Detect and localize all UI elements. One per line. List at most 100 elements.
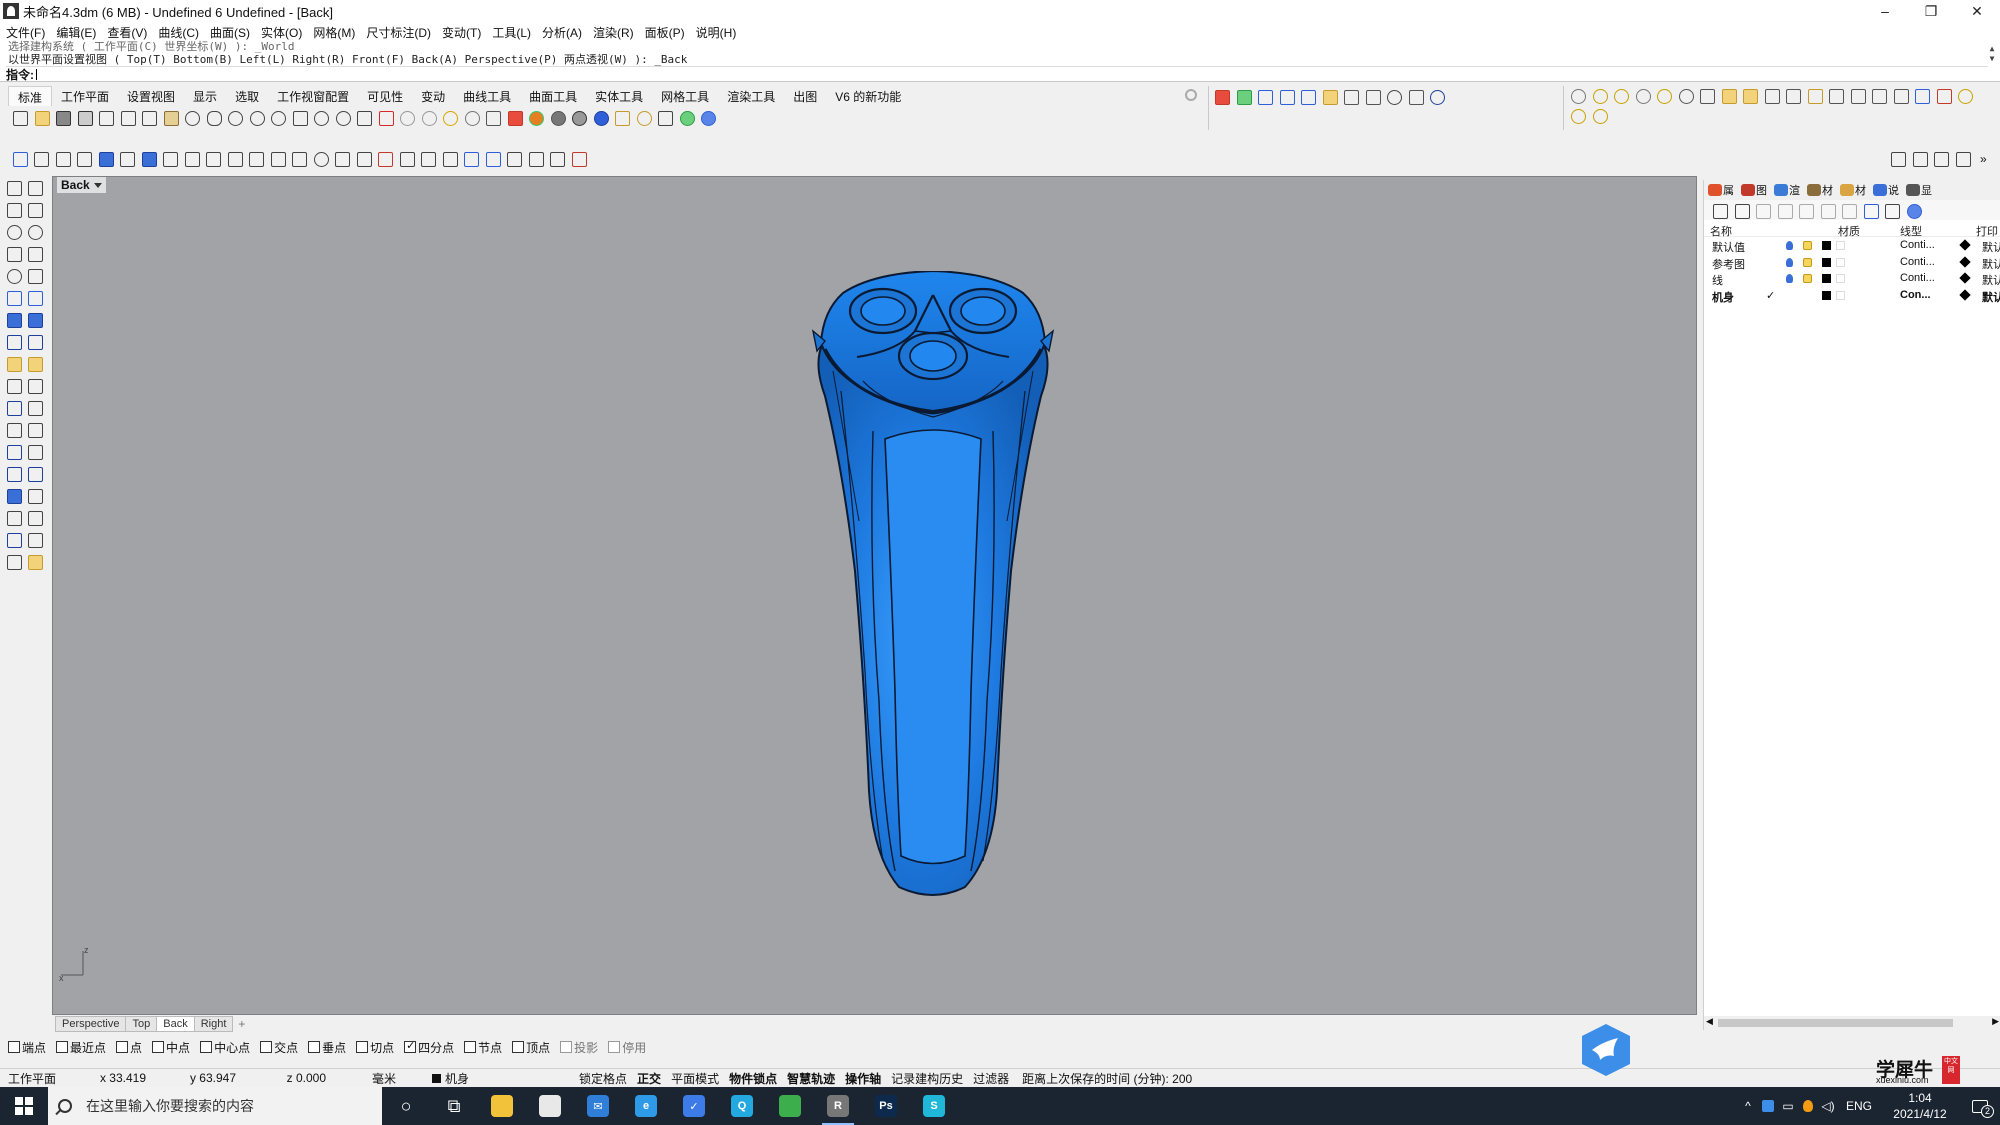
cut-icon[interactable] xyxy=(118,108,138,128)
ellipse-icon[interactable] xyxy=(4,266,25,288)
input-language[interactable]: ENG xyxy=(1838,1099,1880,1113)
menu-mesh[interactable]: 网格(M) xyxy=(313,24,355,41)
rectangle-icon[interactable] xyxy=(25,244,46,266)
overflow-chevron-icon[interactable]: » xyxy=(1980,152,1987,166)
zoom-window-icon[interactable] xyxy=(268,108,288,128)
solid-box-icon[interactable] xyxy=(96,149,116,169)
osnap-checkbox[interactable] xyxy=(260,1041,273,1053)
panel-tab-5[interactable]: 说 xyxy=(1873,182,1899,198)
light-icon[interactable] xyxy=(1568,86,1588,106)
mesh-icon[interactable] xyxy=(4,332,25,354)
offset-icon[interactable] xyxy=(4,420,25,442)
light-icon[interactable] xyxy=(1590,86,1610,106)
scrollbar-thumb[interactable] xyxy=(1718,1019,1953,1027)
osnap-checkbox[interactable] xyxy=(116,1041,129,1053)
light-icon[interactable] xyxy=(1568,106,1588,126)
status-toggle-button[interactable]: 记录建构历史 xyxy=(886,1070,968,1087)
osnap-7[interactable]: 切点 xyxy=(356,1039,394,1056)
delete-icon[interactable] xyxy=(1934,86,1954,106)
unroll-icon[interactable] xyxy=(440,149,460,169)
named-view-icon[interactable] xyxy=(1320,87,1340,107)
status-toggle-button[interactable]: 平面模式 xyxy=(666,1070,724,1087)
osnap-4[interactable]: 中心点 xyxy=(200,1039,250,1056)
taskbar-app-file-explorer[interactable] xyxy=(478,1087,526,1125)
volume-icon[interactable]: ◁) xyxy=(1818,1087,1838,1125)
command-prompt[interactable]: 指令: xyxy=(6,66,1988,82)
layer-help-icon[interactable] xyxy=(1904,201,1924,219)
status-toggle-button[interactable]: 智慧轨迹 xyxy=(782,1070,840,1087)
scale-icon[interactable] xyxy=(268,149,288,169)
add-viewport-tab-icon[interactable]: + xyxy=(238,1017,245,1031)
join-icon[interactable] xyxy=(4,398,25,420)
panel-tab-0[interactable]: 属 xyxy=(1708,182,1734,198)
layer-material-swatch[interactable] xyxy=(1836,241,1845,250)
rhino-app-icon[interactable] xyxy=(3,3,19,19)
panel-tab-4[interactable]: 材 xyxy=(1840,182,1866,198)
restore-button[interactable]: ❐ xyxy=(1908,0,1954,22)
block-insert-icon[interactable] xyxy=(4,486,25,508)
previous-view-icon[interactable] xyxy=(1363,87,1383,107)
text-icon[interactable] xyxy=(4,442,25,464)
sweep-icon[interactable] xyxy=(182,149,202,169)
layer-filter-icon[interactable] xyxy=(1861,201,1881,219)
start-button[interactable] xyxy=(0,1087,48,1125)
light-icon[interactable] xyxy=(1676,86,1696,106)
zoom-selected-icon[interactable] xyxy=(311,108,331,128)
solid-box-icon[interactable] xyxy=(4,310,25,332)
grid-icon[interactable] xyxy=(1891,86,1911,106)
notification-center-button[interactable]: 2 xyxy=(1960,1099,2000,1118)
lock-icon[interactable] xyxy=(1762,86,1782,106)
layer-row[interactable]: 机身 ✓ Con... 默认 xyxy=(1704,288,2000,304)
layer-linetype[interactable]: Conti... xyxy=(1900,272,1935,284)
layer-material-swatch[interactable] xyxy=(1836,274,1845,283)
cplane-top-icon[interactable] xyxy=(1277,87,1297,107)
tab-mesh-tools[interactable]: 网格工具 xyxy=(652,86,718,106)
layer-name[interactable]: 默认值 xyxy=(1712,239,1745,255)
panel-horizontal-scrollbar[interactable]: ◀ ▶ xyxy=(1704,1016,2000,1030)
zoom-in-icon[interactable] xyxy=(1384,87,1404,107)
layer-row[interactable]: 线 Conti... 默认 xyxy=(1704,271,2000,287)
select-arrow-icon[interactable] xyxy=(4,178,25,200)
minimize-button[interactable]: – xyxy=(1862,0,1908,22)
status-toggle-button[interactable]: 正交 xyxy=(632,1070,666,1087)
tab-standard[interactable]: 标准 xyxy=(8,86,53,106)
circle-icon[interactable] xyxy=(4,222,25,244)
osnap-checkbox[interactable] xyxy=(8,1041,20,1053)
light-icon[interactable] xyxy=(1955,86,1975,106)
close-button[interactable]: ✕ xyxy=(1954,0,2000,22)
viewport-tab-right[interactable]: Right xyxy=(193,1016,234,1032)
camera-icon[interactable] xyxy=(1341,87,1361,107)
tab-set-view[interactable]: 设置视图 xyxy=(118,86,184,106)
column-linetype[interactable]: 线型 xyxy=(1900,223,1922,239)
grid-dots-icon[interactable] xyxy=(1931,149,1951,169)
select-filter-icon[interactable] xyxy=(1912,86,1932,106)
tab-cplanes[interactable]: 工作平面 xyxy=(52,86,118,106)
layer-print-width-icon[interactable] xyxy=(1959,272,1971,284)
taskbar-app-chat-app[interactable]: S xyxy=(910,1087,958,1125)
curve-edit-icon[interactable] xyxy=(461,149,481,169)
lock-icon[interactable] xyxy=(483,108,503,128)
rotate-3d-icon[interactable] xyxy=(25,464,46,486)
menu-render[interactable]: 渲染(R) xyxy=(593,24,634,41)
status-units[interactable]: 毫米 xyxy=(364,1070,404,1087)
tab-new-in-v6[interactable]: V6 的新功能 xyxy=(826,86,910,106)
layer-material-swatch[interactable] xyxy=(1836,257,1845,267)
cluster-icon[interactable] xyxy=(547,149,567,169)
panel-tab-1[interactable]: 图 xyxy=(1741,182,1767,198)
osnap-12[interactable]: 停用 xyxy=(608,1039,646,1056)
layer-print-color[interactable]: 默认 xyxy=(1982,289,2000,305)
tab-drafting[interactable]: 出图 xyxy=(784,86,826,106)
block-icon[interactable] xyxy=(1826,86,1846,106)
light-icon[interactable] xyxy=(1654,86,1674,106)
taskbar-app-store[interactable] xyxy=(526,1087,574,1125)
osnap-5[interactable]: 交点 xyxy=(260,1039,298,1056)
solid-edit-icon[interactable] xyxy=(526,149,546,169)
command-scroll[interactable]: ▲ ▼ xyxy=(1986,44,1998,64)
menu-help[interactable]: 说明(H) xyxy=(696,24,737,41)
taskbar-app-feishu[interactable]: ✓ xyxy=(670,1087,718,1125)
layer-lock-icon[interactable] xyxy=(1803,257,1812,267)
layer-material-swatch[interactable] xyxy=(1836,290,1845,300)
rotate-icon[interactable] xyxy=(246,149,266,169)
layer-print-width-icon[interactable] xyxy=(1959,255,1971,268)
bend-icon[interactable] xyxy=(397,149,417,169)
